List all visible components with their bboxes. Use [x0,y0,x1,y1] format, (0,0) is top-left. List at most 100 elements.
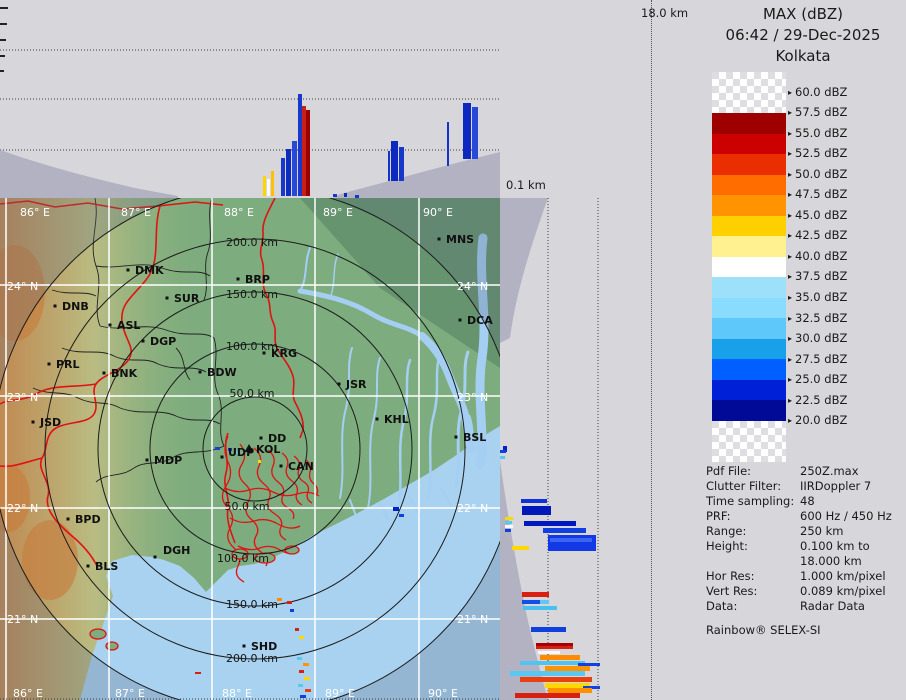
echo-bar [512,546,529,550]
metadata-value: 48 [800,494,815,508]
metadata-value: 600 Hz / 450 Hz [800,509,892,523]
radar-map-panel: 200.0 km150.0 km100.0 km50.0 km50.0 km10… [0,198,500,700]
range-ring-label: 200.0 km [226,652,278,665]
echo-bar [399,147,404,181]
product-title: MAX (dBZ) [762,5,844,23]
latitude-label: 22° N [7,502,38,515]
longitude-label: 87° E [121,206,151,219]
echo-speck [305,689,311,692]
city-dot [126,268,130,272]
city-label: CAN [288,460,314,473]
scale-tick-label: ▸ 32.5 dBZ [788,310,848,325]
metadata-row: Vert Res: 0.089 km/pixel [706,584,906,599]
city-label: BLS [95,560,118,573]
product-datetime: 06:42 / 29-Dec-2025 [725,26,881,44]
height-tick [0,23,7,25]
city-label: DGP [150,335,176,348]
echo-speck [215,447,220,450]
city-label: DNB [62,300,89,313]
scale-color-band [712,236,786,257]
echo-bar [510,671,585,676]
metadata-label: Vert Res: [706,584,758,598]
metadata-label: Hor Res: [706,569,755,583]
city-dot [108,323,112,327]
echo-bar [540,655,580,660]
city-dot [242,644,246,648]
longitude-label: 88° E [224,206,254,219]
echo-bar [545,666,590,671]
echo-bar [271,171,274,196]
echo-bar [520,677,592,682]
scale-arrow-icon: ▸ [788,395,793,405]
right-height-profile-panel [500,198,600,700]
echo-bar [522,600,540,604]
metadata-value: 0.089 km/pixel [800,584,886,598]
scale-tick-label: ▸ 22.5 dBZ [788,392,848,407]
profile-max-height-label: 18.0 km [641,6,689,20]
longitude-label: 86° E [13,687,43,700]
city-dot [375,417,379,421]
echo-bar [302,106,306,196]
scale-color-band [712,277,786,298]
city-label: PRL [56,358,80,371]
scale-tick-label: ▸ 20.0 dBZ [788,413,848,428]
scale-arrow-icon: ▸ [788,149,793,159]
echo-bar [505,529,511,532]
scale-tick-label: ▸ 25.0 dBZ [788,372,848,387]
echo-bar [505,517,513,520]
echo-bar [540,600,549,604]
city-label: ASL [117,319,140,332]
profile-base-height-label: 0.1 km [506,178,546,192]
city-label: MDP [154,454,182,467]
echo-bar [520,661,585,665]
height-tick [0,55,5,57]
echo-speck [277,598,282,601]
scale-color-band [712,174,786,195]
echo-bar [447,122,449,166]
city-dot [236,277,240,281]
echo-bar [472,107,478,159]
echo-bar [505,525,513,528]
echo-speck [258,460,261,463]
city-label: BRP [245,273,270,286]
scale-color-band [712,297,786,318]
city-dot [145,458,149,462]
metadata-value: IIRDoppler 7 [800,479,872,493]
longitude-label: 86° E [20,206,50,219]
scale-color-band [712,154,786,175]
city-dot [262,351,266,355]
metadata-value: 250 km [800,524,844,538]
echo-bar [281,158,285,196]
city-label: DGH [163,544,190,557]
scale-color-band [712,195,786,216]
city-label: DMK [135,264,164,277]
city-dot [458,318,462,322]
echo-bar [388,151,390,181]
city-dot [86,564,90,568]
scale-arrow-icon: ▸ [788,231,793,241]
longitude-label: 89° E [323,206,353,219]
scale-tick-label: ▸ 55.0 dBZ [788,125,848,140]
scale-tick-label: ▸ 40.0 dBZ [788,248,848,263]
city-label: SHD [251,640,277,653]
echo-speck [299,670,304,673]
metadata-label: PRF: [706,509,731,523]
metadata-row: Range: 250 km [706,524,906,539]
city-label: MNS [446,233,474,246]
latitude-label: 24° N [457,280,488,293]
city-label: KOL [256,443,280,456]
range-ring-label: 150.0 km [226,288,278,301]
echo-bar [500,450,506,453]
city-dot [53,304,57,308]
echo-speck [297,657,302,660]
scale-arrow-icon: ▸ [788,354,793,364]
latitude-label: 23° N [457,391,488,404]
echo-bar [548,535,596,551]
range-ring-label: 50.0 km [224,500,269,513]
city-dot [102,371,106,375]
echo-speck [299,636,304,639]
metadata-value: Radar Data [800,599,865,613]
longitude-label: 90° E [423,206,453,219]
scale-arrow-icon: ▸ [788,334,793,344]
city-label: DCA [467,314,493,327]
